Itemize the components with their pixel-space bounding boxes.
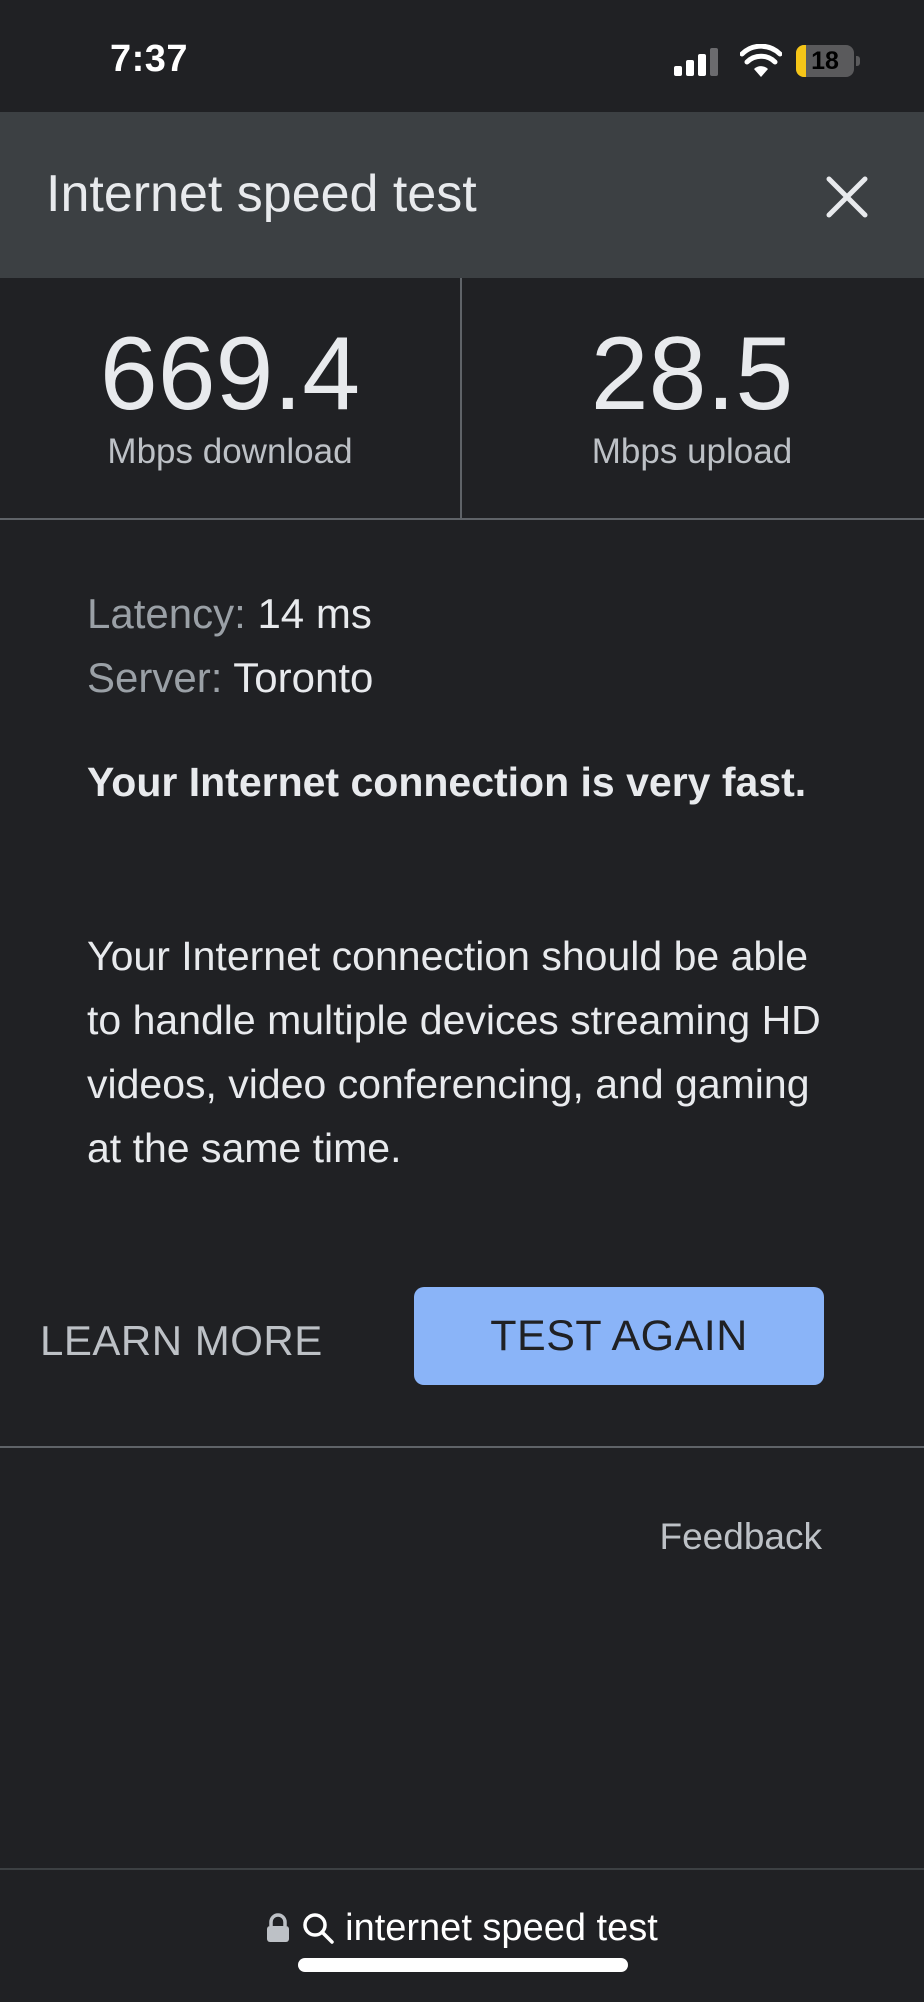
battery-level: 18 — [811, 47, 839, 75]
status-time: 7:37 — [110, 38, 189, 80]
upload-result: 28.5 Mbps upload — [462, 278, 922, 518]
speed-verdict: Your Internet connection is very fast. — [87, 759, 807, 805]
upload-speed-label: Mbps upload — [591, 432, 793, 471]
server-row: Server: Toronto — [87, 646, 847, 710]
cellular-signal-icon — [674, 48, 718, 76]
speed-results: 669.4 Mbps download 28.5 Mbps upload — [0, 278, 924, 520]
battery-tip — [856, 56, 860, 66]
learn-more-button[interactable]: LEARN MORE — [40, 1296, 323, 1386]
search-icon — [302, 1913, 334, 1944]
download-result: 669.4 Mbps download — [0, 278, 460, 518]
lock-icon — [267, 1913, 290, 1942]
wifi-icon — [740, 44, 782, 77]
server-key: Server: — [87, 654, 223, 701]
address-bar[interactable]: internet speed test — [0, 1898, 924, 1958]
server-value: Toronto — [233, 654, 374, 701]
feedback-link[interactable]: Feedback — [660, 1516, 823, 1558]
connection-details: Latency: 14 ms Server: Toronto — [87, 582, 847, 710]
latency-value: 14 ms — [257, 590, 372, 637]
address-bar-query: internet speed test — [345, 1907, 658, 1949]
download-speed-value: 669.4 — [99, 316, 361, 432]
status-bar: 7:37 18 — [0, 0, 924, 112]
latency-key: Latency: — [87, 590, 246, 637]
home-indicator[interactable] — [298, 1958, 628, 1972]
upload-speed-value: 28.5 — [590, 316, 794, 432]
address-bar-content: internet speed test — [266, 1898, 658, 1958]
battery-body: 18 — [796, 45, 854, 77]
battery-indicator: 18 — [796, 45, 860, 77]
latency-row: Latency: 14 ms — [87, 582, 847, 646]
download-speed-label: Mbps download — [107, 432, 353, 471]
close-button[interactable] — [806, 162, 886, 242]
close-icon — [826, 176, 868, 218]
section-divider — [0, 1446, 924, 1448]
test-again-button[interactable]: TEST AGAIN — [414, 1287, 824, 1385]
speed-test-header: Internet speed test — [0, 112, 924, 278]
speed-description: Your Internet connection should be able … — [87, 933, 821, 1171]
browser-bottom-bar: internet speed test — [0, 1868, 924, 2002]
page-title: Internet speed test — [46, 165, 477, 223]
